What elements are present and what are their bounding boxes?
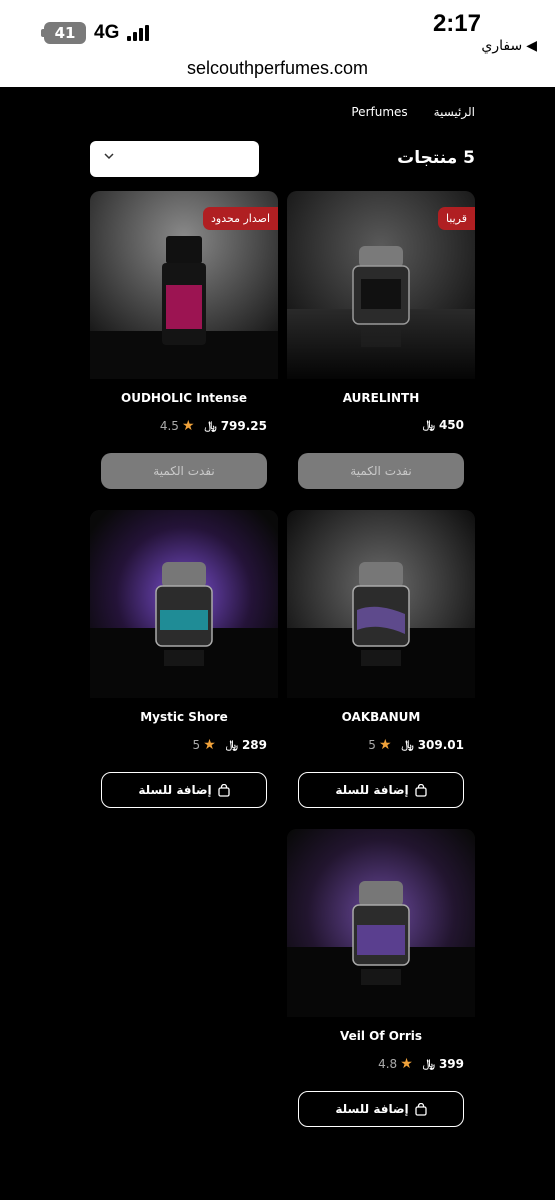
chevron-down-icon [104, 153, 114, 160]
product-price: ﷼ 450 [423, 418, 464, 432]
price-value: 289 [241, 738, 267, 752]
product-rating: 4.5 ★ [160, 418, 195, 434]
status-left: 41 4G [41, 22, 150, 44]
browser-top-bar: 41 4G 2:17 ◀ سفاري selcouthperfumes.com [0, 0, 555, 87]
product-image[interactable] [90, 510, 278, 698]
out-of-stock-button[interactable]: نفدت الكمية [101, 453, 267, 489]
currency-icon: ﷼ [422, 1057, 435, 1070]
price-row: 5 ★ ﷼ 309.01 [298, 737, 464, 753]
star-icon: ★ [181, 418, 195, 434]
back-arrow-icon: ◀ [526, 38, 537, 54]
back-app-label: سفاري [481, 38, 523, 54]
shopping-bag-icon [415, 1102, 427, 1116]
currency-icon: ﷼ [401, 738, 414, 751]
product-count: 5 منتجات [397, 148, 475, 168]
product-price: ﷼ 399 [423, 1057, 464, 1071]
currency-icon: ﷼ [225, 738, 238, 751]
product-rating: 5 ★ [193, 737, 216, 753]
shopping-bag-icon [415, 783, 427, 797]
product-badge: اصدار محدود [202, 207, 278, 230]
star-icon: ★ [400, 1056, 413, 1072]
product-name[interactable]: Veil Of Orris [287, 1029, 475, 1043]
currency-icon: ﷼ [422, 418, 435, 431]
currency-icon: ﷼ [204, 419, 217, 432]
product-rating: 5 ★ [368, 737, 391, 753]
price-row: 5 ★ ﷼ 289 [101, 737, 267, 753]
star-icon: ★ [203, 737, 216, 753]
signal-icon [127, 25, 150, 41]
rating-value: 4.5 [159, 419, 179, 433]
back-to-app-link[interactable]: ◀ سفاري [481, 38, 537, 54]
breadcrumb-home[interactable]: الرئيسية [434, 105, 475, 119]
price-row: ﷼ 450 [298, 418, 464, 432]
shopping-bag-icon [218, 783, 230, 797]
rating-value: 5 [192, 738, 201, 752]
add-to-cart-button[interactable]: إضافة للسلة [101, 772, 267, 808]
product-image[interactable] [287, 829, 475, 1017]
add-to-cart-button[interactable]: إضافة للسلة [298, 772, 464, 808]
product-name[interactable]: OAKBANUM [287, 710, 475, 724]
product-price: ﷼ 309.01 [402, 738, 465, 752]
product-name[interactable]: OUDHOLIC Intense [90, 391, 278, 405]
clock: 2:17 [432, 10, 481, 37]
price-value: 450 [438, 418, 464, 432]
breadcrumb: الرئيسية Perfumes [351, 105, 475, 119]
product-rating: 4.8 ★ [378, 1056, 413, 1072]
product-badge: قريبا [437, 207, 475, 230]
product-image[interactable] [287, 510, 475, 698]
price-row: 4.8 ★ ﷼ 399 [298, 1056, 464, 1072]
add-to-cart-label: إضافة للسلة [138, 783, 212, 797]
star-icon: ★ [378, 737, 392, 753]
product-name[interactable]: AURELINTH [287, 391, 475, 405]
rating-value: 5 [368, 738, 376, 752]
out-of-stock-button[interactable]: نفدت الكمية [298, 453, 464, 489]
network-label: 4G [94, 22, 120, 43]
breadcrumb-current[interactable]: Perfumes [351, 105, 407, 119]
rating-value: 4.8 [378, 1057, 398, 1071]
product-price: ﷼ 799.25 [205, 419, 268, 433]
add-to-cart-button[interactable]: إضافة للسلة [298, 1091, 464, 1127]
price-value: 399 [438, 1057, 464, 1071]
sort-select[interactable] [90, 141, 259, 177]
add-to-cart-label: إضافة للسلة [335, 783, 409, 797]
product-name[interactable]: Mystic Shore [90, 710, 278, 724]
price-value: 309.01 [417, 738, 464, 752]
price-row: 4.5 ★ ﷼ 799.25 [101, 418, 267, 434]
product-price: ﷼ 289 [226, 738, 267, 752]
address-bar[interactable]: selcouthperfumes.com [0, 58, 555, 79]
battery-icon: 41 [41, 22, 86, 44]
add-to-cart-label: إضافة للسلة [335, 1102, 409, 1116]
price-value: 799.25 [220, 419, 267, 433]
